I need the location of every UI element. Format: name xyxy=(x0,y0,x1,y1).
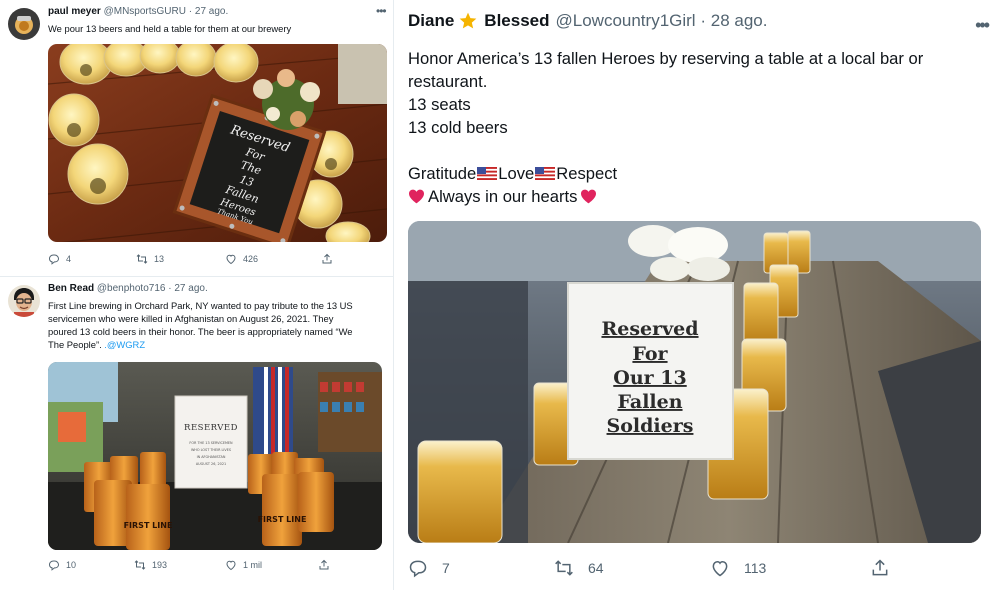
share-button[interactable] xyxy=(318,559,330,571)
separator-dot: · xyxy=(700,11,706,30)
text-line: Honor America’s 13 fallen Heroes by rese… xyxy=(408,49,924,68)
sign-line: Fallen xyxy=(617,391,682,413)
like-count: 426 xyxy=(243,254,259,264)
red-heart-icon xyxy=(409,189,424,204)
like-icon xyxy=(712,560,728,577)
display-name[interactable]: Ben Read xyxy=(48,283,94,294)
star-icon xyxy=(459,12,477,29)
reply-count: 7 xyxy=(442,560,450,576)
timestamp[interactable]: 27 ago. xyxy=(174,283,207,294)
handle[interactable]: @Lowcountry1Girl xyxy=(556,11,696,30)
text-line: 13 cold beers xyxy=(408,118,508,137)
like-button[interactable]: 1 mil xyxy=(225,559,262,571)
reply-button[interactable]: 4 xyxy=(48,253,71,265)
timestamp[interactable]: 27 ago. xyxy=(195,6,228,17)
retweet-count: 13 xyxy=(154,254,165,264)
column-divider xyxy=(393,0,394,590)
text-line: servicemen who were killed in Afghanista… xyxy=(48,313,334,324)
retweet-icon xyxy=(136,254,148,264)
sign-line: Reserved xyxy=(601,318,698,340)
separator-dot: · xyxy=(188,6,193,17)
share-icon xyxy=(872,559,888,576)
text-line: First Line brewing in Orchard Park, NY w… xyxy=(48,300,353,311)
reply-button[interactable]: 10 xyxy=(48,559,76,571)
tweet-photo[interactable]: RESERVED FOR THE 13 SERVICEMEN WHO LOST … xyxy=(48,362,382,550)
tweet-diane-blessed[interactable]: Diane Blessed @Lowcountry1Girl · 28 ago.… xyxy=(408,11,994,586)
avatar[interactable] xyxy=(8,8,40,40)
share-icon xyxy=(319,559,329,570)
timestamp[interactable]: 28 ago. xyxy=(711,11,768,30)
retweet-icon xyxy=(134,560,146,570)
mention-link[interactable]: .@WGRZ xyxy=(104,339,145,350)
retweet-button[interactable]: 13 xyxy=(136,253,164,265)
more-icon[interactable]: ••• xyxy=(975,15,990,36)
tweet-header: Ben Read @benphoto716 · 27 ago. xyxy=(48,283,208,294)
retweet-count: 193 xyxy=(152,560,168,570)
tweet-paul-meyer[interactable]: paul meyer @MNsportsGURU · 27 ago. ••• W… xyxy=(0,0,393,276)
sign-line: IN AFGHANISTAN xyxy=(197,455,226,459)
tweet-header: Diane Blessed @Lowcountry1Girl · 28 ago. xyxy=(408,11,767,31)
tweet-text: First Line brewing in Orchard Park, NY w… xyxy=(48,299,388,351)
us-flag-icon xyxy=(535,167,556,180)
display-name[interactable]: Diane xyxy=(408,11,454,31)
like-count: 113 xyxy=(744,560,767,576)
display-name[interactable]: paul meyer xyxy=(48,6,101,17)
hearts-line: Always in our hearts xyxy=(408,185,978,208)
sign-line: FOR THE 13 SERVICEMEN xyxy=(189,441,233,445)
red-heart-icon xyxy=(581,189,597,204)
reply-icon xyxy=(48,560,60,571)
reply-button[interactable]: 7 xyxy=(408,558,450,578)
like-icon xyxy=(226,560,236,571)
more-icon[interactable]: ••• xyxy=(376,4,387,18)
tweet-text: We pour 13 beers and held a table for th… xyxy=(48,23,292,34)
like-count: 1 mil xyxy=(243,560,263,570)
sign-line: Our 13 xyxy=(613,367,686,389)
like-button[interactable]: 113 xyxy=(710,558,766,578)
reply-count: 4 xyxy=(66,254,72,264)
tweet-photo[interactable]: Reserved For Our 13 Fallen Soldiers xyxy=(408,221,981,543)
handle[interactable]: @benphoto716 xyxy=(97,283,166,294)
reply-icon xyxy=(409,560,427,578)
sign-line: WHO LOST THEIR LIVES xyxy=(191,448,231,452)
reply-icon xyxy=(48,254,60,265)
retweet-button[interactable]: 64 xyxy=(554,558,604,578)
display-name-suffix[interactable]: Blessed xyxy=(484,11,549,31)
sign-line: For xyxy=(632,343,668,365)
text-line: poured 13 cold beers in their honor. The… xyxy=(48,326,353,337)
sign-line: AUGUST 26, 2021 xyxy=(196,462,226,466)
retweet-count: 64 xyxy=(588,560,604,576)
tweet-text: Honor America’s 13 fallen Heroes by rese… xyxy=(408,47,978,208)
avatar[interactable] xyxy=(8,285,40,317)
share-button[interactable] xyxy=(321,253,333,265)
sign-line: Soldiers xyxy=(607,415,694,437)
text-line: 13 seats xyxy=(408,95,471,114)
tweet-header: paul meyer @MNsportsGURU · 27 ago. xyxy=(48,6,228,17)
share-icon xyxy=(322,253,332,264)
share-button[interactable] xyxy=(870,558,890,578)
like-icon xyxy=(226,254,236,265)
us-flag-icon xyxy=(477,167,498,180)
can-label: FIRST LINE xyxy=(258,515,307,524)
retweet-icon xyxy=(555,560,573,576)
handle[interactable]: @MNsportsGURU xyxy=(104,6,186,17)
retweet-button[interactable]: 193 xyxy=(134,559,167,571)
separator-dot: · xyxy=(168,283,172,294)
can-label: FIRST LINE xyxy=(124,521,173,530)
tweet-photo[interactable]: Reserved For The 13 Fallen Heroes Thank … xyxy=(48,44,387,242)
reply-count: 10 xyxy=(66,560,77,570)
sign-title: RESERVED xyxy=(184,423,238,433)
text-line: The People”. .@WGRZ xyxy=(48,339,146,350)
tweet-ben-read[interactable]: Ben Read @benphoto716 · 27 ago. First Li… xyxy=(0,277,393,590)
like-button[interactable]: 426 xyxy=(225,253,258,265)
gratitude-line: Gratitude Love Respect xyxy=(408,164,618,183)
text-line: restaurant. xyxy=(408,72,488,91)
